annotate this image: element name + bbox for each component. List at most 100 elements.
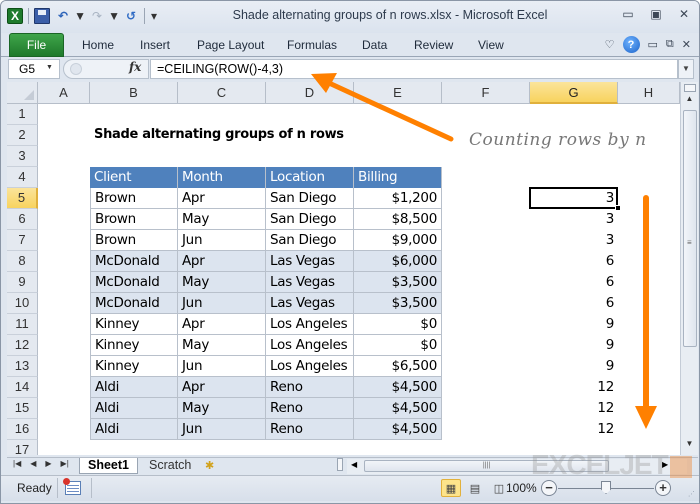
table-cell-client[interactable]: Brown xyxy=(90,230,178,251)
tab-home[interactable]: Home xyxy=(82,38,114,52)
minimize-ribbon-icon[interactable]: ♡ xyxy=(605,38,615,51)
expand-formula-bar-icon[interactable]: ▼ xyxy=(678,59,694,79)
row-header-7[interactable]: 7 xyxy=(7,230,38,251)
vertical-scrollbar[interactable]: ▲ ≡ ▼ xyxy=(680,82,698,455)
table-header-location[interactable]: Location xyxy=(266,167,354,188)
table-cell-client[interactable]: Brown xyxy=(90,188,178,209)
scroll-up-icon[interactable]: ▲ xyxy=(681,94,698,108)
vertical-scroll-thumb[interactable]: ≡ xyxy=(683,110,697,347)
table-cell-location[interactable]: Los Angeles xyxy=(266,314,354,335)
page-layout-view-icon[interactable]: ▤ xyxy=(465,479,485,497)
row-header-8[interactable]: 8 xyxy=(7,251,38,272)
table-cell-client[interactable]: Aldi xyxy=(90,377,178,398)
split-box[interactable] xyxy=(684,84,696,92)
row-header-2[interactable]: 2 xyxy=(7,125,38,146)
table-header-month[interactable]: Month xyxy=(178,167,266,188)
table-cell-location[interactable]: Las Vegas xyxy=(266,251,354,272)
minimize-icon[interactable]: ▭ xyxy=(621,7,635,21)
table-cell-month[interactable]: Apr xyxy=(178,188,266,209)
zoom-level[interactable]: 100% xyxy=(506,481,537,495)
column-header-d[interactable]: D xyxy=(266,82,354,104)
table-cell-month[interactable]: Jun xyxy=(178,419,266,440)
table-cell-month[interactable]: May xyxy=(178,272,266,293)
table-cell-billing[interactable]: $0 xyxy=(354,335,442,356)
tab-view[interactable]: View xyxy=(478,38,504,52)
record-macro-icon[interactable] xyxy=(63,478,81,495)
row-header-1[interactable]: 1 xyxy=(7,104,38,125)
tab-split-handle[interactable] xyxy=(337,458,343,471)
table-cell-month[interactable]: May xyxy=(178,209,266,230)
table-cell-location[interactable]: San Diego xyxy=(266,230,354,251)
name-box-dropdown-icon[interactable]: ▼ xyxy=(46,64,53,71)
zoom-slider-thumb[interactable] xyxy=(601,481,611,494)
table-cell-billing[interactable]: $0 xyxy=(354,314,442,335)
table-cell-client[interactable]: McDonald xyxy=(90,251,178,272)
helper-cell-g6[interactable]: 3 xyxy=(530,209,618,230)
helper-cell-g10[interactable]: 6 xyxy=(530,293,618,314)
tab-data[interactable]: Data xyxy=(362,38,387,52)
table-cell-location[interactable]: Los Angeles xyxy=(266,335,354,356)
table-cell-location[interactable]: Reno xyxy=(266,398,354,419)
insert-sheet-icon[interactable]: ✱ xyxy=(205,459,223,472)
resize-grip-icon[interactable]: ⋰ xyxy=(688,490,695,498)
table-cell-month[interactable]: Jun xyxy=(178,356,266,377)
help-icon[interactable]: ? xyxy=(622,36,640,53)
row-header-5[interactable]: 5 xyxy=(7,188,38,209)
helper-cell-g9[interactable]: 6 xyxy=(530,272,618,293)
row-header-11[interactable]: 11 xyxy=(7,314,38,335)
row-header-15[interactable]: 15 xyxy=(7,398,38,419)
sheet-tab-scratch[interactable]: Scratch xyxy=(141,458,199,474)
helper-cell-g15[interactable]: 12 xyxy=(530,398,618,419)
sheet-title[interactable]: Shade alternating groups of n rows xyxy=(90,125,348,146)
helper-cell-g8[interactable]: 6 xyxy=(530,251,618,272)
last-sheet-icon[interactable]: ▶| xyxy=(61,459,69,468)
helper-cell-g11[interactable]: 9 xyxy=(530,314,618,335)
table-cell-location[interactable]: San Diego xyxy=(266,188,354,209)
table-cell-billing[interactable]: $4,500 xyxy=(354,419,442,440)
zoom-in-icon[interactable]: + xyxy=(655,480,671,496)
table-cell-client[interactable]: McDonald xyxy=(90,272,178,293)
row-header-17[interactable]: 17 xyxy=(7,440,38,455)
column-header-h[interactable]: H xyxy=(618,82,680,104)
table-cell-client[interactable]: Brown xyxy=(90,209,178,230)
table-cell-client[interactable]: Kinney xyxy=(90,356,178,377)
tab-review[interactable]: Review xyxy=(414,38,453,52)
table-cell-billing[interactable]: $6,500 xyxy=(354,356,442,377)
workbook-restore-icon[interactable]: ⧉ xyxy=(666,38,674,51)
table-cell-location[interactable]: San Diego xyxy=(266,209,354,230)
table-cell-client[interactable]: Aldi xyxy=(90,419,178,440)
prev-sheet-icon[interactable]: ◀ xyxy=(30,459,36,468)
table-cell-client[interactable]: McDonald xyxy=(90,293,178,314)
close-icon[interactable]: ✕ xyxy=(677,7,691,21)
table-cell-client[interactable]: Aldi xyxy=(90,398,178,419)
table-cell-month[interactable]: Apr xyxy=(178,377,266,398)
table-cell-location[interactable]: Reno xyxy=(266,419,354,440)
row-header-9[interactable]: 9 xyxy=(7,272,38,293)
row-header-14[interactable]: 14 xyxy=(7,377,38,398)
table-cell-month[interactable]: Jun xyxy=(178,293,266,314)
helper-cell-g12[interactable]: 9 xyxy=(530,335,618,356)
table-cell-billing[interactable]: $4,500 xyxy=(354,398,442,419)
fill-handle[interactable] xyxy=(615,205,621,211)
table-cell-billing[interactable]: $9,000 xyxy=(354,230,442,251)
table-cell-month[interactable]: May xyxy=(178,398,266,419)
column-header-b[interactable]: B xyxy=(90,82,178,104)
sheet-tab-sheet1[interactable]: Sheet1 xyxy=(79,458,138,474)
tab-file[interactable]: File xyxy=(9,33,64,57)
normal-view-icon[interactable]: ▦ xyxy=(441,479,461,497)
row-header-12[interactable]: 12 xyxy=(7,335,38,356)
helper-cell-g14[interactable]: 12 xyxy=(530,377,618,398)
table-cell-client[interactable]: Kinney xyxy=(90,335,178,356)
row-header-3[interactable]: 3 xyxy=(7,146,38,167)
next-sheet-icon[interactable]: ▶ xyxy=(45,459,51,468)
resize-knob[interactable] xyxy=(70,63,82,75)
table-cell-month[interactable]: Apr xyxy=(178,314,266,335)
row-header-10[interactable]: 10 xyxy=(7,293,38,314)
worksheet-grid[interactable]: A B C D E F G H 1 2 3 4 5 6 7 8 9 10 11 12 13 14 15 16 17 Shade a… xyxy=(7,82,680,455)
helper-cell-g7[interactable]: 3 xyxy=(530,230,618,251)
table-cell-billing[interactable]: $6,000 xyxy=(354,251,442,272)
table-cell-client[interactable]: Kinney xyxy=(90,314,178,335)
row-header-6[interactable]: 6 xyxy=(7,209,38,230)
row-header-4[interactable]: 4 xyxy=(7,167,38,188)
table-cell-billing[interactable]: $4,500 xyxy=(354,377,442,398)
